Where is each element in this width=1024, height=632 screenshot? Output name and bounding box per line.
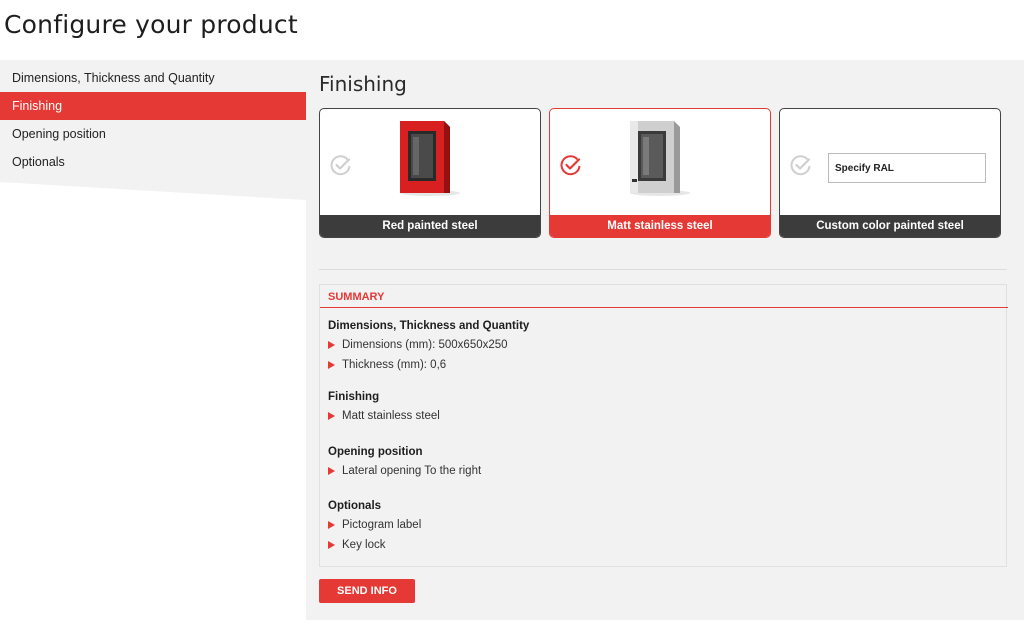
- divider: [319, 269, 1007, 270]
- summary-group-opening: Opening position Lateral opening To the …: [328, 443, 481, 481]
- sidebar-item-optionals[interactable]: Optionals: [0, 148, 306, 176]
- summary-group-dimensions: Dimensions, Thickness and Quantity Dimen…: [328, 317, 529, 375]
- finish-card-stainless[interactable]: Matt stainless steel: [549, 108, 771, 238]
- bullet-arrow-icon: [328, 467, 335, 475]
- ral-input[interactable]: [828, 153, 986, 183]
- summary-heading: SUMMARY: [328, 291, 385, 303]
- sidebar-item-finishing[interactable]: Finishing: [0, 92, 306, 120]
- summary-item: Thickness (mm): 0,6: [328, 355, 529, 375]
- bullet-arrow-icon: [328, 541, 335, 549]
- summary-item: Dimensions (mm): 500x650x250: [328, 335, 529, 355]
- summary-item: Pictogram label: [328, 515, 421, 535]
- finish-card-red[interactable]: Red painted steel: [319, 108, 541, 238]
- summary-rule: [320, 307, 1008, 308]
- summary-group-title: Optionals: [328, 500, 382, 512]
- send-info-button[interactable]: SEND INFO: [319, 579, 415, 603]
- summary-item: Key lock: [328, 535, 421, 555]
- summary-panel: SUMMARY Dimensions, Thickness and Quanti…: [319, 284, 1008, 567]
- bullet-arrow-icon: [328, 412, 335, 420]
- check-circle-icon: [790, 155, 811, 176]
- summary-group-finishing: Finishing Matt stainless steel: [328, 388, 440, 426]
- bullet-arrow-icon: [328, 341, 335, 349]
- sidebar: Dimensions, Thickness and Quantity Finis…: [0, 60, 306, 200]
- sidebar-item-dimensions[interactable]: Dimensions, Thickness and Quantity: [0, 64, 306, 92]
- bullet-arrow-icon: [328, 521, 335, 529]
- stainless-cabinet-image: [630, 121, 690, 196]
- page-title: Configure your product: [4, 10, 298, 39]
- main-panel: Finishing Red painted steel Matt stainle…: [306, 60, 1024, 620]
- check-circle-icon: [330, 155, 351, 176]
- finish-card-custom[interactable]: Custom color painted steel: [779, 108, 1001, 238]
- bullet-arrow-icon: [328, 361, 335, 369]
- summary-group-optionals: Optionals Pictogram label Key lock: [328, 497, 421, 555]
- finish-card-label: Red painted steel: [320, 215, 540, 237]
- summary-group-title: Opening position: [328, 446, 423, 458]
- finish-card-label: Custom color painted steel: [780, 215, 1000, 237]
- check-circle-icon: [560, 155, 581, 176]
- red-cabinet-image: [400, 121, 460, 196]
- finish-card-label: Matt stainless steel: [550, 215, 770, 237]
- summary-item: Lateral opening To the right: [328, 461, 481, 481]
- sidebar-item-opening-position[interactable]: Opening position: [0, 120, 306, 148]
- summary-group-title: Finishing: [328, 391, 380, 403]
- section-title: Finishing: [319, 72, 407, 96]
- summary-group-title: Dimensions, Thickness and Quantity: [328, 320, 530, 332]
- sidebar-list: Dimensions, Thickness and Quantity Finis…: [0, 64, 306, 176]
- summary-item: Matt stainless steel: [328, 406, 440, 426]
